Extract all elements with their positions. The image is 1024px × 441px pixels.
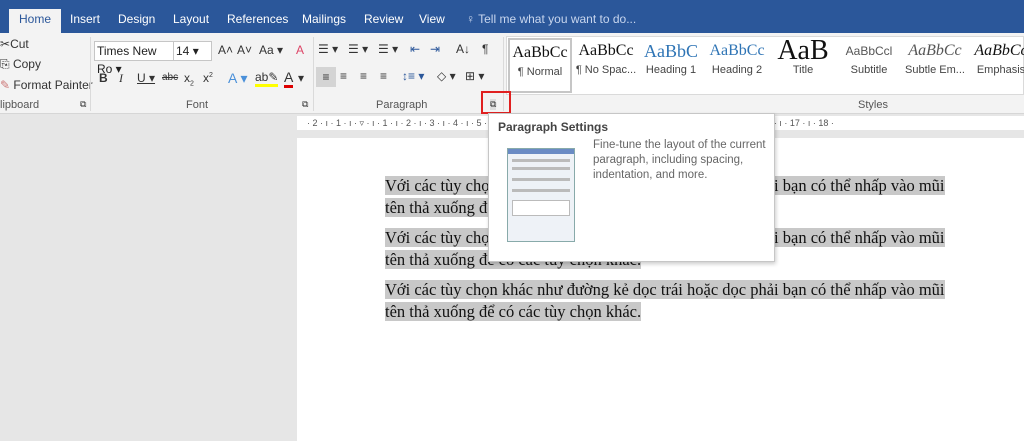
tab-view[interactable]: View	[415, 9, 449, 33]
superscript-button[interactable]: x2	[203, 71, 213, 85]
tab-mailings[interactable]: Mailings	[298, 9, 350, 33]
format-painter-button[interactable]: ✎ Format Painter	[0, 78, 93, 92]
tab-layout[interactable]: Layout	[169, 9, 213, 33]
text-effects-icon[interactable]: A ▾	[228, 70, 247, 87]
underline-button[interactable]: U ▾	[137, 71, 155, 85]
highlight-box	[481, 91, 511, 114]
style-subtitle[interactable]: AaBbCcl Subtitle	[836, 38, 902, 90]
bold-button[interactable]: B	[99, 71, 108, 85]
cut-button[interactable]: ✂Cut	[0, 37, 29, 51]
font-color-dropdown[interactable]: ▾	[298, 71, 304, 85]
lightbulb-icon: ♀	[466, 12, 479, 26]
line-spacing-icon[interactable]: ↕≡ ▾	[402, 69, 424, 83]
decrease-indent-icon[interactable]: ⇤	[410, 42, 420, 56]
grow-font-icon[interactable]: A˄	[218, 43, 233, 57]
tab-references[interactable]: References	[223, 9, 292, 33]
change-case-button[interactable]: Aa ▾	[259, 43, 283, 57]
align-right-button[interactable]: ≡	[360, 69, 367, 83]
style-subtle-emphasis[interactable]: AaBbCc Subtle Em...	[902, 38, 968, 90]
strikethrough-button[interactable]: abc	[162, 72, 178, 83]
align-left-button[interactable]: ≡	[316, 67, 336, 87]
bullets-icon[interactable]: ☰ ▾	[318, 42, 338, 56]
tooltip-body: Fine-tune the layout of the current para…	[593, 139, 766, 181]
paragraph-group-label: Paragraph	[376, 99, 428, 111]
shrink-font-icon[interactable]: A˅	[237, 43, 252, 57]
ribbon: ✂Cut ⎘ Copy ✎ Format Painter lipboard ⧉ …	[0, 33, 1024, 114]
sort-icon[interactable]: A↓	[456, 42, 470, 56]
numbering-icon[interactable]: ☰ ▾	[348, 42, 368, 56]
style-heading-2[interactable]: AaBbCc Heading 2	[704, 38, 770, 90]
tab-insert[interactable]: Insert	[66, 9, 104, 33]
styles-group-label: Styles	[858, 99, 888, 111]
style-normal[interactable]: AaBbCc ¶ Normal	[508, 38, 572, 93]
clear-formatting-icon[interactable]: A	[296, 43, 304, 57]
style-emphasis[interactable]: AaBbCc Emphasis	[968, 38, 1024, 90]
subscript-button[interactable]: x2	[184, 71, 194, 87]
borders-icon[interactable]: ⊞ ▾	[465, 69, 484, 83]
paragraph-dialog-preview	[507, 148, 575, 242]
style-no-spacing[interactable]: AaBbCc ¶ No Spac...	[573, 38, 639, 90]
paragraph-3[interactable]: Với các tùy chọn khác như đường kẻ dọc t…	[385, 279, 945, 323]
highlight-color-icon[interactable]: ab✎	[255, 70, 279, 87]
font-launcher-icon[interactable]: ⧉	[302, 99, 308, 110]
show-marks-icon[interactable]: ¶	[482, 42, 488, 56]
clipboard-launcher-icon[interactable]: ⧉	[80, 99, 86, 110]
copy-button[interactable]: ⎘ Copy	[0, 57, 41, 72]
paragraph-settings-tooltip: Paragraph Settings Fine-tune the layout …	[488, 113, 775, 262]
style-heading-1[interactable]: AaBbC Heading 1	[638, 38, 704, 90]
tab-design[interactable]: Design	[114, 9, 159, 33]
copy-icon: ⎘	[0, 57, 13, 71]
font-group-label: Font	[186, 99, 209, 111]
align-center-button[interactable]: ≡	[340, 69, 347, 83]
font-name-select[interactable]: Times New Ro ▾	[94, 41, 174, 76]
multilevel-list-icon[interactable]: ☰ ▾	[378, 42, 398, 56]
clipboard-group-label: lipboard	[0, 99, 40, 111]
tooltip-title: Paragraph Settings	[498, 120, 609, 134]
tab-review[interactable]: Review	[360, 9, 407, 33]
scissors-icon: ✂	[0, 37, 11, 51]
italic-button[interactable]: I	[119, 71, 123, 86]
brush-icon: ✎	[0, 78, 14, 92]
justify-button[interactable]: ≡	[380, 69, 387, 83]
font-color-icon[interactable]: A	[284, 69, 294, 88]
increase-indent-icon[interactable]: ⇥	[430, 42, 440, 56]
tell-me-box[interactable]: ♀ Tell me what you want to do...	[462, 9, 640, 33]
shading-icon[interactable]: ◇ ▾	[437, 69, 456, 83]
tab-home[interactable]: Home	[9, 9, 62, 34]
ribbon-tabs: Home Insert Design Layout References Mai…	[0, 0, 1024, 34]
font-size-select[interactable]: 14 ▾	[173, 41, 212, 61]
style-title[interactable]: AaB Title	[770, 38, 836, 90]
